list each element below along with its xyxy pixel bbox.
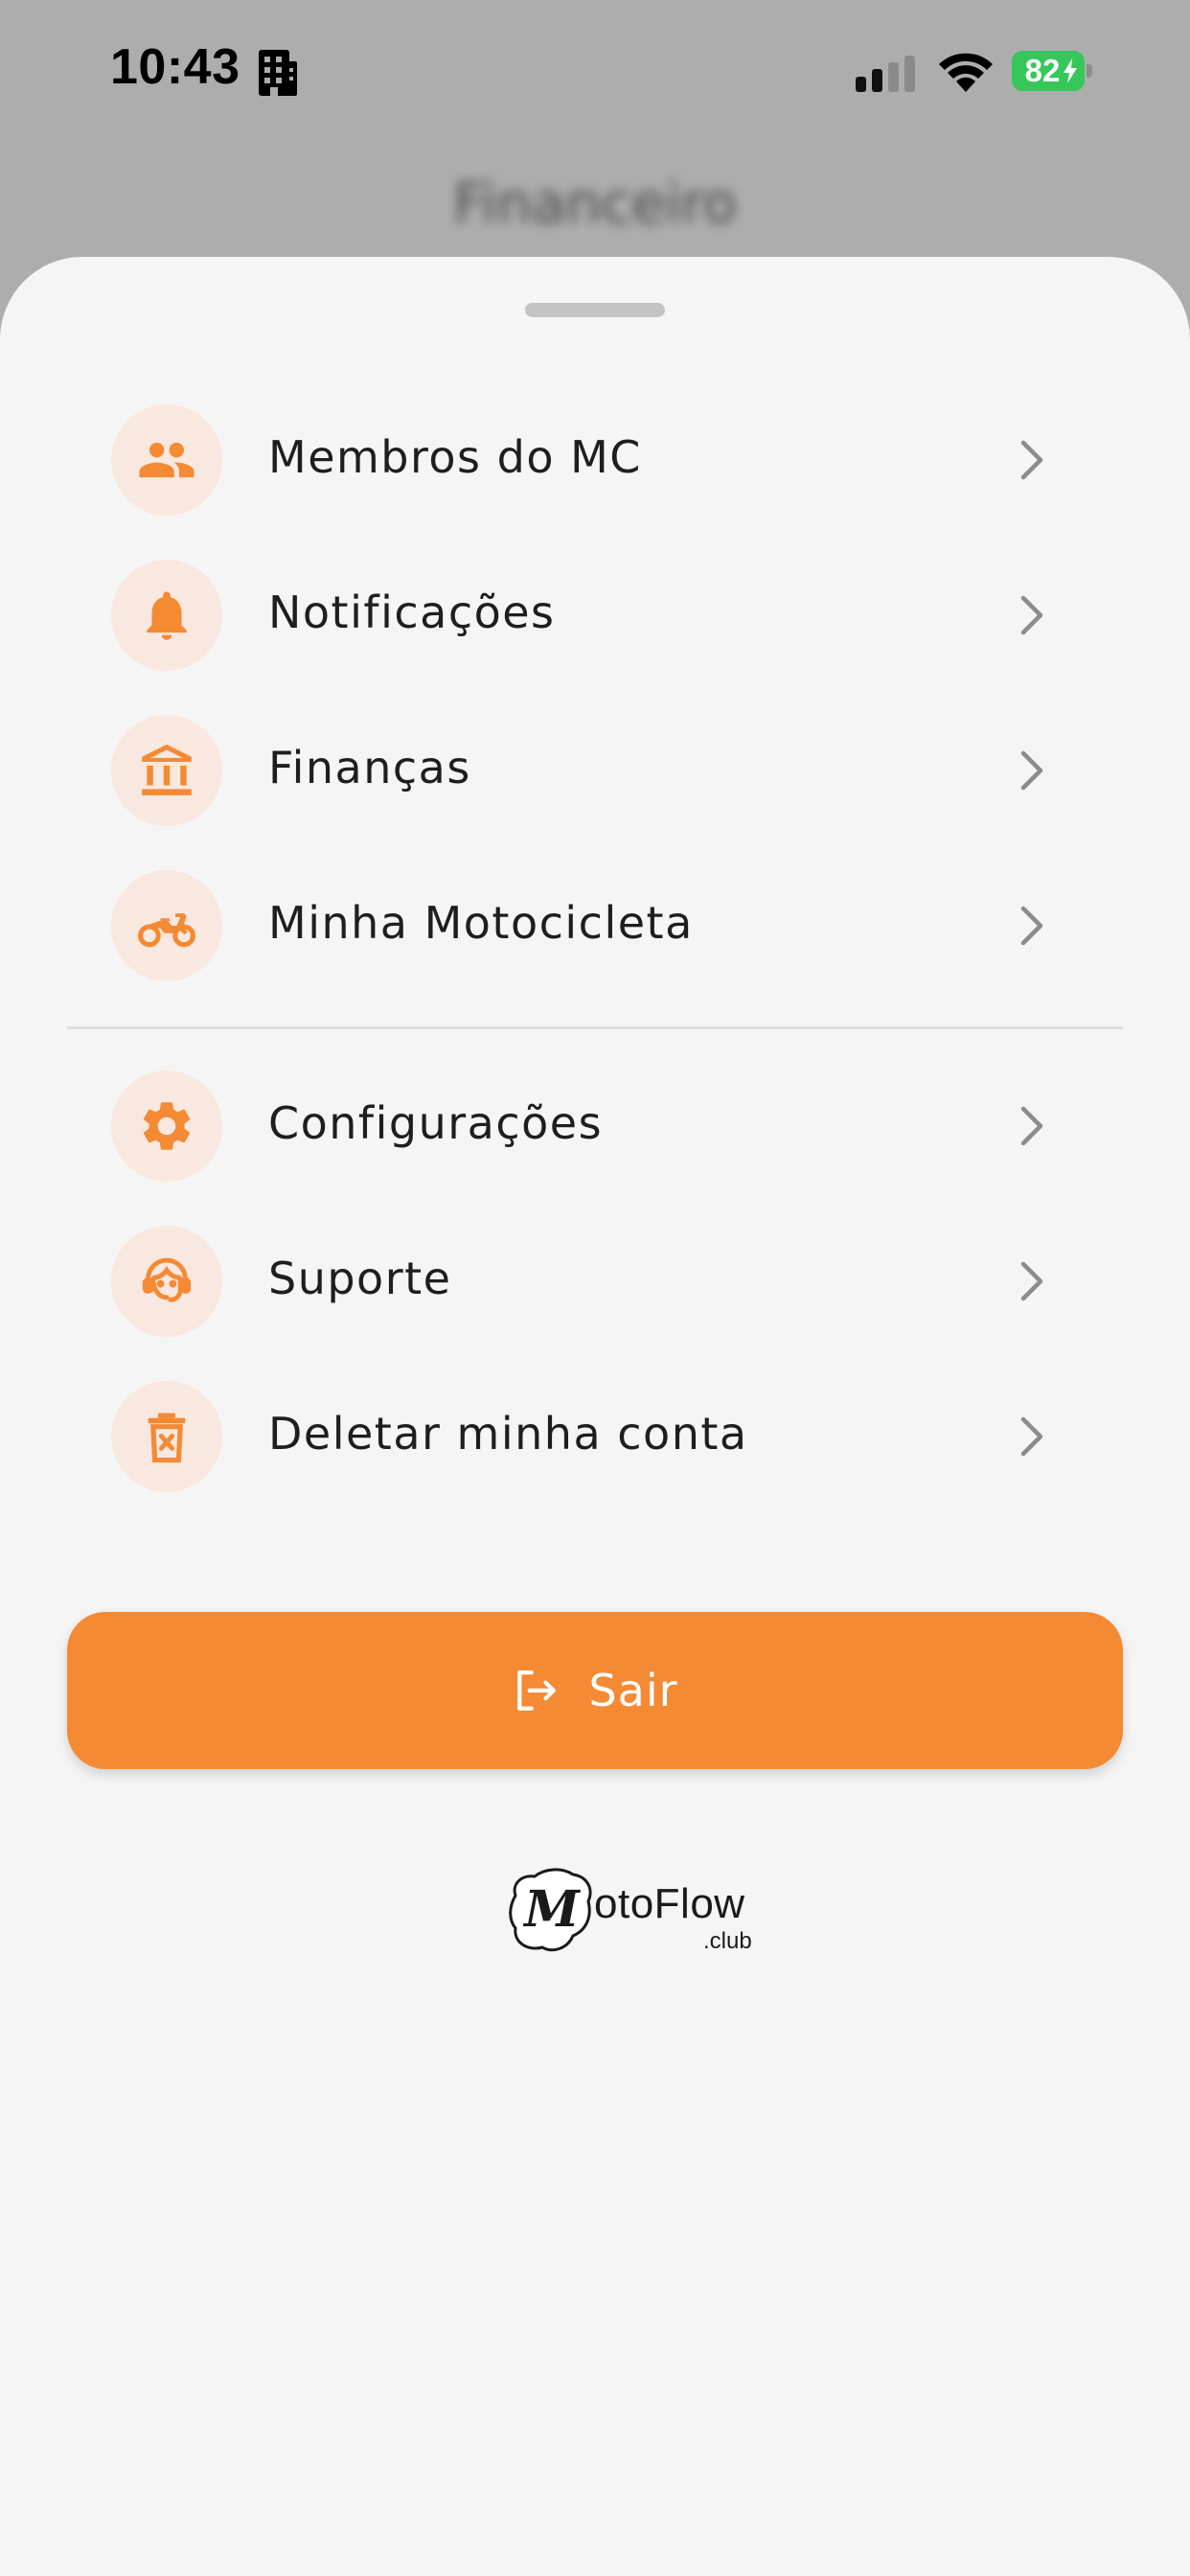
svg-text:M: M (522, 1880, 581, 1939)
background-page-title: Financeiro (452, 171, 738, 236)
group-icon (111, 404, 222, 516)
battery-indicator: 82 (1012, 51, 1092, 91)
menu-item-delete-account[interactable]: Deletar minha conta (67, 1369, 1123, 1504)
status-time: 10:43 (110, 39, 240, 95)
menu-item-members[interactable]: Membros do MC (67, 393, 1123, 527)
support-agent-icon (111, 1226, 222, 1337)
menu-divider (67, 1026, 1123, 1029)
menu-item-label: Minha Motocicleta (268, 897, 694, 949)
menu-item-label: Membros do MC (268, 431, 642, 483)
trash-icon (111, 1381, 222, 1492)
cellular-signal-icon (856, 56, 915, 92)
bell-icon (111, 560, 222, 671)
brand-suffix: .club (703, 1928, 752, 1954)
chevron-right-icon (1020, 1416, 1043, 1457)
brand-name: otoFlow (594, 1880, 745, 1927)
chevron-right-icon (1020, 440, 1043, 480)
logout-button[interactable]: Sair (67, 1612, 1123, 1769)
logout-label: Sair (588, 1665, 678, 1716)
menu-item-label: Deletar minha conta (268, 1408, 748, 1460)
menu-item-label: Configurações (268, 1097, 604, 1149)
menu-item-label: Notificações (268, 586, 556, 638)
chevron-right-icon (1020, 906, 1043, 946)
menu-item-notifications[interactable]: Notificações (67, 548, 1123, 682)
bank-icon (111, 715, 222, 826)
chevron-right-icon (1020, 1261, 1043, 1301)
sheet-grabber[interactable] (525, 303, 665, 317)
chevron-right-icon (1020, 1106, 1043, 1146)
logout-icon (517, 1670, 557, 1711)
motoflow-logo: M otoFlow .club (506, 1867, 763, 1963)
menu-item-motorcycle[interactable]: Minha Motocicleta (67, 859, 1123, 993)
motorcycle-icon (111, 870, 222, 981)
menu-item-label: Suporte (268, 1253, 452, 1304)
bottom-sheet: Membros do MC Notificações Finanças Minh… (0, 257, 1190, 2576)
menu-item-support[interactable]: Suporte (67, 1214, 1123, 1348)
menu-item-finances[interactable]: Finanças (67, 703, 1123, 838)
menu-item-settings[interactable]: Configurações (67, 1059, 1123, 1193)
motoflow-logo-mark: M (509, 1868, 592, 1952)
status-bar: 10:43 82 (0, 0, 1190, 144)
menu-item-label: Finanças (268, 742, 471, 794)
gear-icon (111, 1070, 222, 1182)
wifi-icon (939, 53, 993, 92)
chevron-right-icon (1020, 595, 1043, 635)
building-icon (259, 50, 297, 96)
chevron-right-icon (1020, 750, 1043, 791)
charging-bolt-icon (1064, 58, 1077, 83)
battery-cap (1087, 64, 1092, 78)
